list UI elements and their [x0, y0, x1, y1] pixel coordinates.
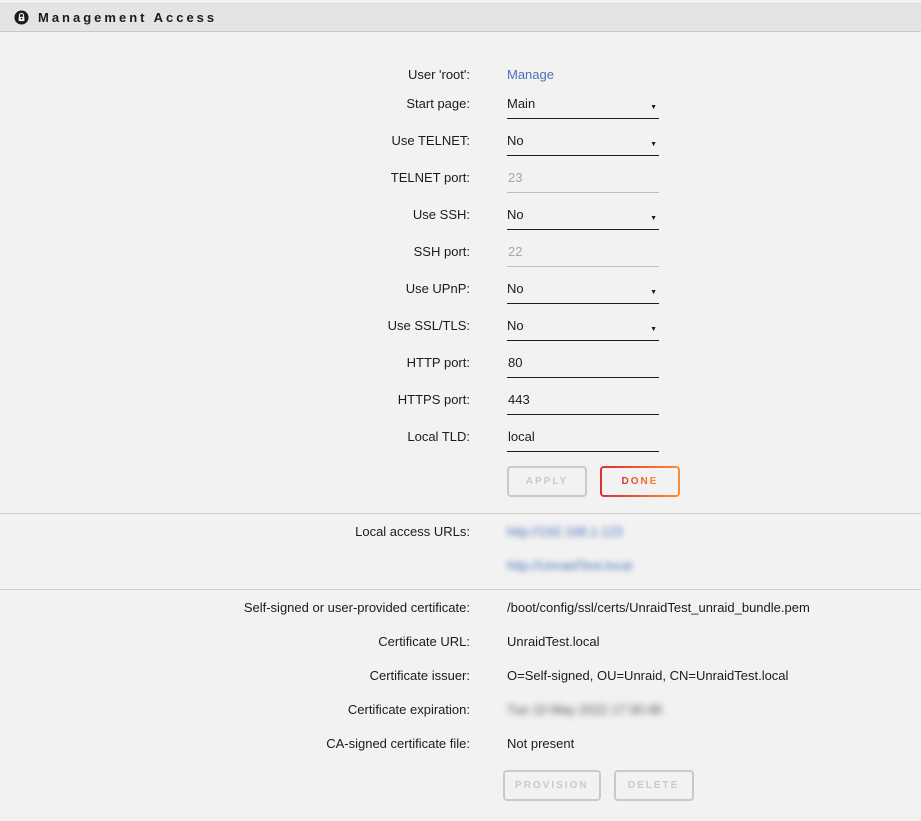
form-row: SSH port:	[0, 244, 921, 267]
field-value: Tue 10 May 2022 17:30:48	[507, 702, 662, 717]
form-row: TELNET port:	[0, 170, 921, 193]
field-label: User 'root':	[0, 67, 470, 82]
dropdown-arrow-icon: ▼	[650, 104, 659, 111]
https-port-input[interactable]	[507, 392, 659, 415]
local-access-urls-section: Local access URLs: http://192.168.1.123 h…	[0, 513, 921, 589]
field-label: Use UPnP:	[0, 281, 470, 296]
form-row: Use TELNET: No ▼	[0, 133, 921, 156]
certificate-row: Certificate issuer: O=Self-signed, OU=Un…	[0, 658, 921, 692]
dropdown-arrow-icon: ▼	[650, 326, 659, 333]
form-row: Use UPnP: No ▼	[0, 281, 921, 304]
field-label: Certificate expiration:	[0, 702, 470, 717]
settings-form: User 'root': Manage Start page: Main ▼ Us…	[0, 32, 921, 497]
dropdown-arrow-icon: ▼	[650, 289, 659, 296]
form-row: Use SSL/TLS: No ▼	[0, 318, 921, 341]
selected-value: No	[507, 133, 524, 148]
form-row: HTTPS port:	[0, 392, 921, 415]
use-ssh-select[interactable]: No ▼	[507, 207, 659, 230]
selected-value: No	[507, 318, 524, 333]
field-label: Local TLD:	[0, 429, 470, 444]
form-row: Use SSH: No ▼	[0, 207, 921, 230]
section-titlebar: Management Access	[0, 3, 921, 32]
selected-value: No	[507, 281, 524, 296]
http-port-input[interactable]	[507, 355, 659, 378]
dropdown-arrow-icon: ▼	[650, 215, 659, 222]
field-label: TELNET port:	[0, 170, 470, 185]
local-access-urls-label: Local access URLs:	[0, 524, 470, 539]
apply-button[interactable]: APPLY	[507, 466, 587, 497]
certificate-section: Self-signed or user-provided certificate…	[0, 589, 921, 801]
field-value: UnraidTest.local	[507, 634, 600, 649]
field-label: HTTP port:	[0, 355, 470, 370]
field-label: Self-signed or user-provided certificate…	[0, 600, 470, 615]
done-button[interactable]: DONE	[600, 466, 680, 497]
certificate-row: CA-signed certificate file: Not present	[0, 726, 921, 760]
page-title: Management Access	[38, 10, 217, 25]
use-telnet-select[interactable]: No ▼	[507, 133, 659, 156]
field-label: HTTPS port:	[0, 392, 470, 407]
user-root-link[interactable]: Manage	[507, 67, 554, 82]
use-ssl-tls-select[interactable]: No ▼	[507, 318, 659, 341]
form-row: Start page: Main ▼	[0, 96, 921, 119]
field-label: Use SSL/TLS:	[0, 318, 470, 333]
field-label: Start page:	[0, 96, 470, 111]
field-label: Use TELNET:	[0, 133, 470, 148]
done-button-label: DONE	[622, 476, 659, 487]
field-value: /boot/config/ssl/certs/UnraidTest_unraid…	[507, 600, 810, 615]
ssh-port-input	[507, 244, 659, 267]
start-page-select[interactable]: Main ▼	[507, 96, 659, 119]
certificate-buttons: PROVISION DELETE	[503, 770, 921, 801]
certificate-row: Certificate URL: UnraidTest.local	[0, 624, 921, 658]
form-row: User 'root': Manage	[0, 67, 921, 82]
use-upnp-select[interactable]: No ▼	[507, 281, 659, 304]
certificate-row: Certificate expiration: Tue 10 May 2022 …	[0, 692, 921, 726]
field-label: CA-signed certificate file:	[0, 736, 470, 751]
selected-value: Main	[507, 96, 535, 111]
dropdown-arrow-icon: ▼	[650, 141, 659, 148]
local-tld-input[interactable]	[507, 429, 659, 452]
lock-circle-icon	[14, 10, 29, 25]
certificate-row: Self-signed or user-provided certificate…	[0, 590, 921, 624]
field-value: O=Self-signed, OU=Unraid, CN=UnraidTest.…	[507, 668, 788, 683]
field-value: Not present	[507, 736, 574, 751]
management-access-page: Management Access User 'root': Manage St…	[0, 3, 921, 801]
form-row: HTTP port:	[0, 355, 921, 378]
local-access-url-link[interactable]: http://192.168.1.123	[507, 524, 632, 539]
local-access-url-link[interactable]: http://UnraidTest.local	[507, 558, 632, 573]
form-row: Local TLD:	[0, 429, 921, 452]
selected-value: No	[507, 207, 524, 222]
telnet-port-input	[507, 170, 659, 193]
provision-button[interactable]: PROVISION	[503, 770, 601, 801]
field-label: SSH port:	[0, 244, 470, 259]
delete-button[interactable]: DELETE	[614, 770, 694, 801]
form-buttons: APPLY DONE	[507, 466, 921, 497]
field-label: Certificate issuer:	[0, 668, 470, 683]
field-label: Use SSH:	[0, 207, 470, 222]
field-label: Certificate URL:	[0, 634, 470, 649]
